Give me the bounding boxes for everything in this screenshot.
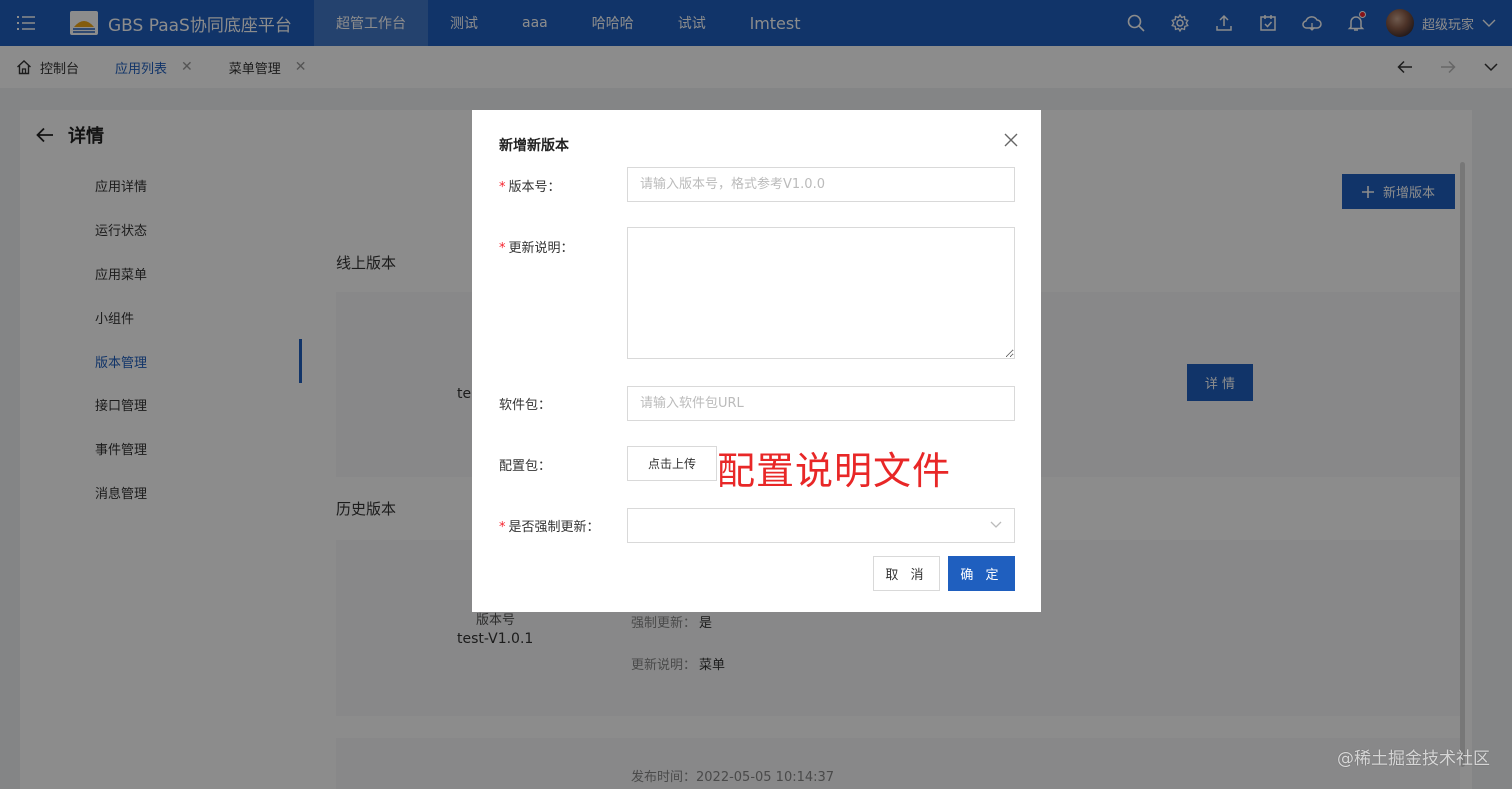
description-textarea[interactable] (627, 227, 1015, 359)
config-label: 配置包： (499, 459, 552, 474)
modal-title: 新增新版本 (499, 138, 569, 154)
close-icon[interactable] (1003, 132, 1019, 148)
annotation-text: 配置说明文件 (717, 449, 952, 493)
version-label: * 版本号： (499, 180, 561, 195)
watermark: @稀土掘金技术社区 (1337, 749, 1490, 769)
upload-button[interactable]: 点击上传 (627, 446, 717, 481)
package-url-input[interactable] (627, 386, 1015, 421)
force-update-field-label: * 是否强制更新： (499, 520, 600, 535)
version-input[interactable] (627, 167, 1015, 202)
confirm-button[interactable]: 确 定 (948, 556, 1015, 591)
add-version-modal: 新增新版本 *版本号： *更新说明： 软件包： 配置包： 点击上传 配置说明文件… (472, 110, 1041, 612)
description-label: * 更新说明： (499, 241, 574, 256)
force-update-select[interactable] (627, 508, 1015, 543)
chevron-down-icon (990, 521, 1002, 528)
package-label: 软件包： (499, 398, 552, 413)
cancel-button[interactable]: 取 消 (873, 556, 940, 591)
